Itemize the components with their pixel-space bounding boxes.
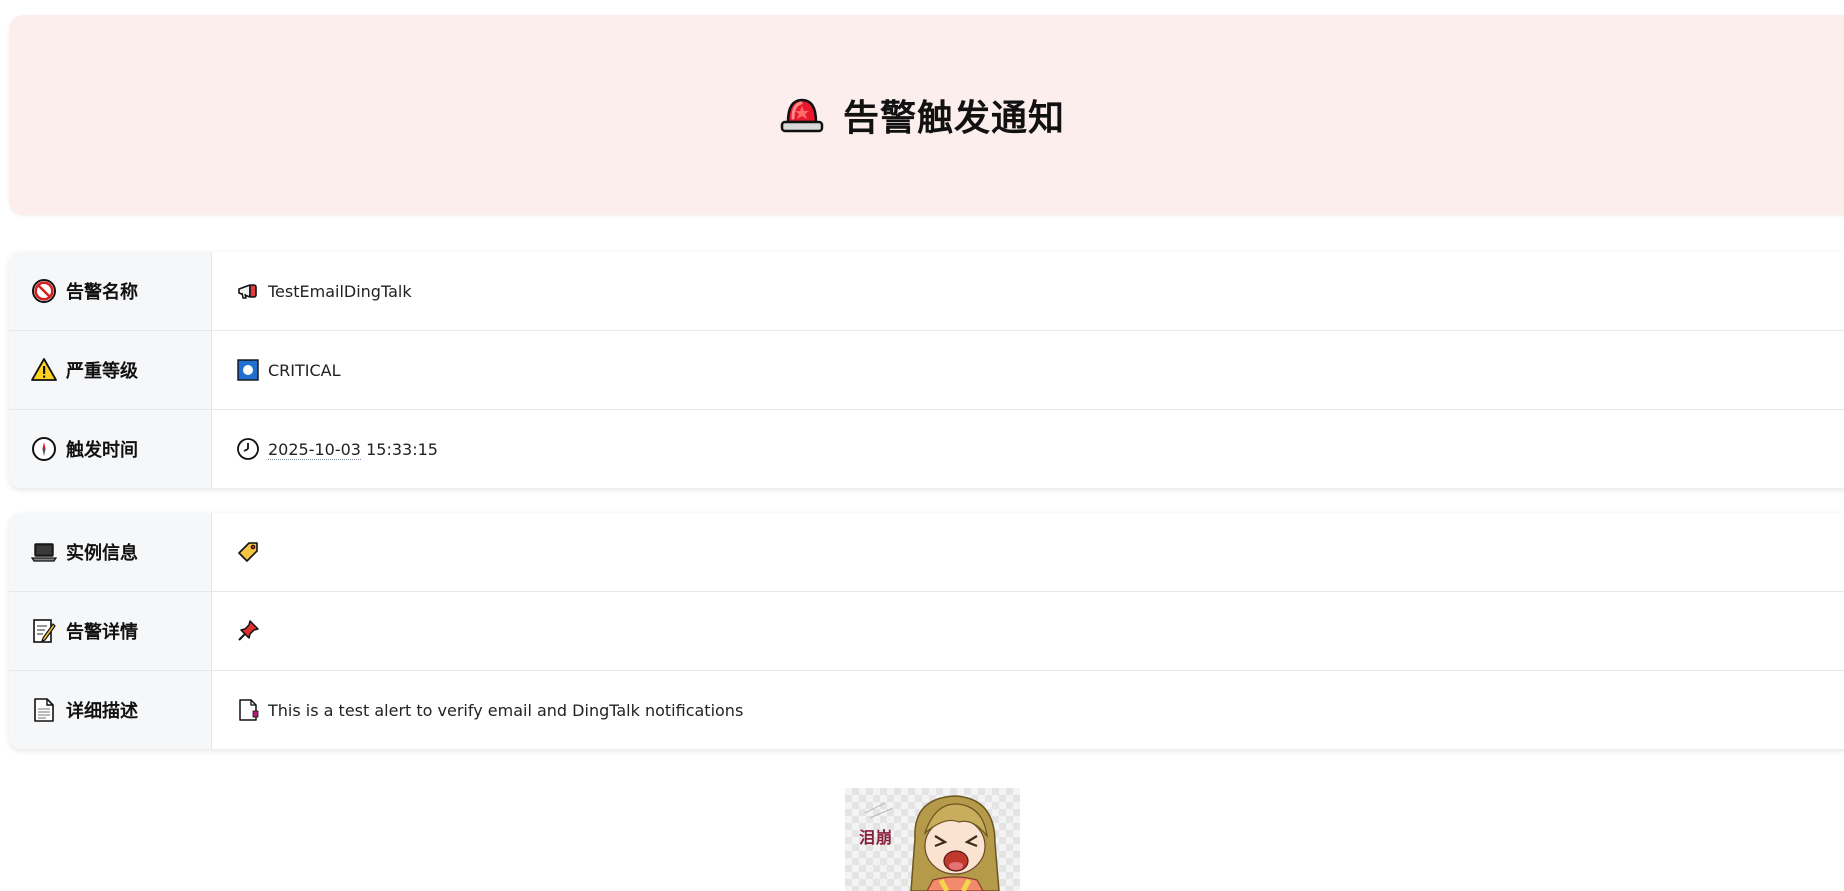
alert-summary-card: 告警名称 TestEmailDingTalk 严重等级 CRITICAL 触发时…	[9, 252, 1844, 488]
blue-square-button-icon	[236, 358, 260, 382]
alert-name-label-cell: 告警名称	[9, 252, 212, 330]
memo-icon	[31, 618, 57, 644]
trigger-date[interactable]: 2025-10-03	[268, 439, 361, 460]
trigger-time-row: 触发时间 2025-10-03 15:33:15	[9, 409, 1844, 488]
megaphone-icon	[236, 279, 260, 303]
warning-icon	[31, 357, 57, 383]
description-value-cell: This is a test alert to verify email and…	[212, 671, 1844, 749]
alert-detail-label-cell: 告警详情	[9, 592, 212, 670]
alert-detail-label: 告警详情	[66, 622, 138, 643]
severity-value-cell: CRITICAL	[212, 331, 1844, 409]
description-value: This is a test alert to verify email and…	[268, 700, 744, 720]
page-icon	[31, 697, 57, 723]
page-title: 告警触发通知	[842, 98, 1065, 139]
alert-name-value-cell: TestEmailDingTalk	[212, 252, 1844, 330]
siren-icon	[779, 94, 825, 136]
severity-value: CRITICAL	[268, 360, 341, 380]
sticker-text: 泪崩	[859, 828, 894, 847]
trigger-time-value: 2025-10-03 15:33:15	[268, 439, 438, 460]
description-label-cell: 详细描述	[9, 671, 212, 749]
compass-icon	[31, 436, 57, 462]
alert-name-row: 告警名称 TestEmailDingTalk	[9, 252, 1844, 330]
description-row: 详细描述 This is a test alert to verify emai…	[9, 670, 1844, 749]
trigger-time-value-cell: 2025-10-03 15:33:15	[212, 410, 1844, 488]
instance-info-row: 实例信息	[9, 513, 1844, 591]
alert-detail-value-cell	[212, 592, 1844, 670]
alert-detail-card: 实例信息 告警详情 详细描述 This is a test alert to v…	[9, 513, 1844, 749]
severity-row: 严重等级 CRITICAL	[9, 330, 1844, 409]
trigger-time-label-cell: 触发时间	[9, 410, 212, 488]
instance-info-value-cell	[212, 513, 1844, 591]
no-entry-icon	[31, 278, 57, 304]
laptop-icon	[30, 539, 58, 565]
instance-info-label-cell: 实例信息	[9, 513, 212, 591]
alert-name-value: TestEmailDingTalk	[268, 281, 412, 301]
crying-girl-sticker: 泪崩	[845, 788, 1020, 891]
label-tag-icon	[236, 540, 260, 564]
instance-info-label: 实例信息	[66, 543, 138, 564]
clock-icon	[236, 437, 260, 461]
alert-name-label: 告警名称	[66, 282, 138, 303]
trigger-time-label: 触发时间	[66, 440, 138, 461]
trigger-clock-time: 15:33:15	[366, 439, 438, 459]
description-label: 详细描述	[66, 701, 138, 722]
alert-detail-row: 告警详情	[9, 591, 1844, 670]
alert-notification-page: 告警触发通知 告警名称 TestEmailDingTalk 严重等级 CRITI…	[0, 0, 1844, 891]
bookmark-page-icon	[236, 698, 260, 722]
pushpin-icon	[236, 619, 260, 643]
severity-label-cell: 严重等级	[9, 331, 212, 409]
severity-label: 严重等级	[66, 361, 138, 382]
